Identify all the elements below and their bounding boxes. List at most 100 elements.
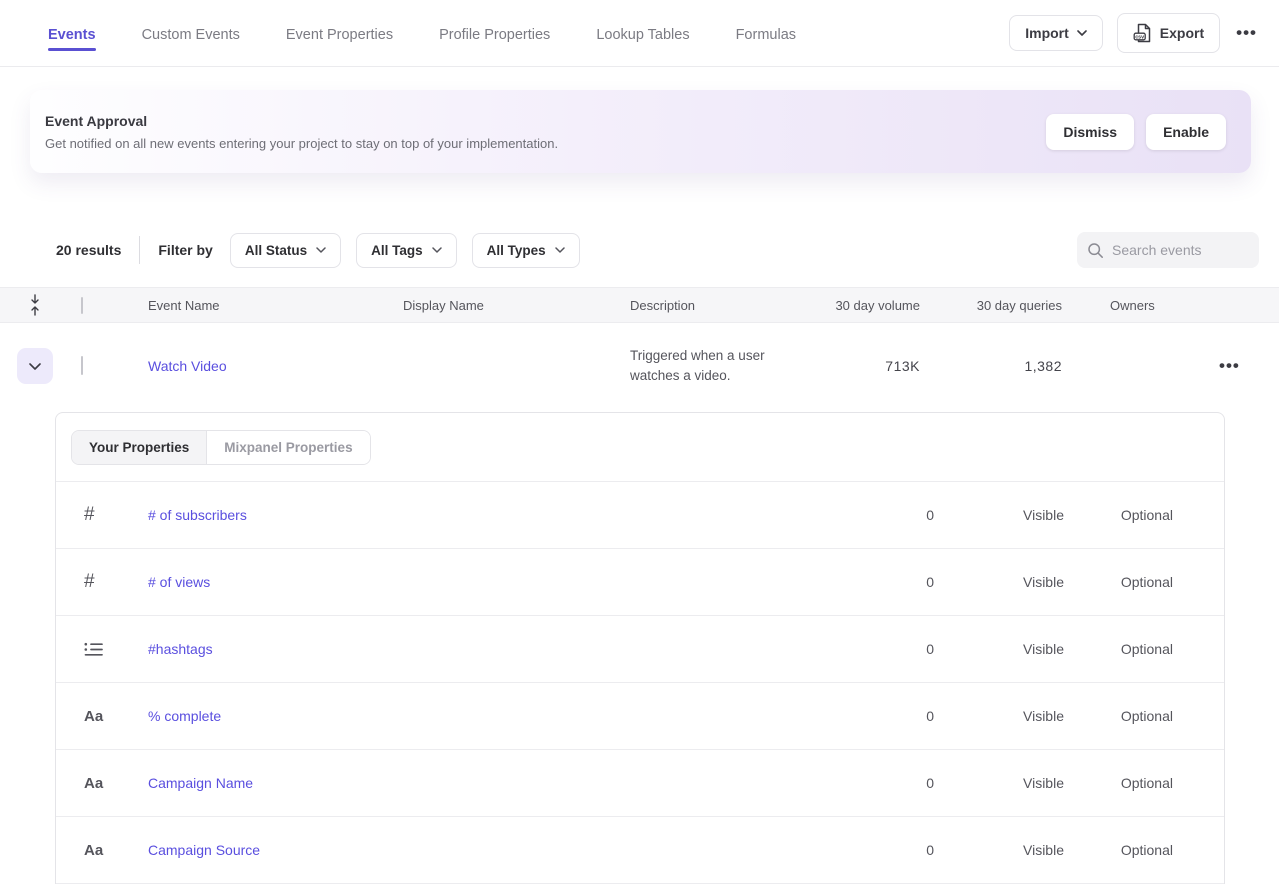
text-type-icon: Aa <box>84 708 103 725</box>
property-visibility: Visible <box>934 708 1064 724</box>
property-count: 0 <box>814 775 934 791</box>
property-row: Aa Campaign Name 0 Visible Optional <box>56 750 1224 817</box>
number-type-icon: # <box>84 571 95 593</box>
chevron-down-icon <box>1077 30 1087 36</box>
property-count: 0 <box>814 507 934 523</box>
property-visibility: Visible <box>934 775 1064 791</box>
row-more-options-button[interactable]: ••• <box>1219 352 1279 380</box>
nav-tab[interactable]: Formulas <box>736 3 796 63</box>
filter-dropdown[interactable]: All Tags <box>356 233 457 268</box>
nav-tab[interactable]: Event Properties <box>286 3 393 63</box>
column-header-description[interactable]: Description <box>610 298 810 313</box>
nav-tab[interactable]: Custom Events <box>142 3 240 63</box>
property-row: # # of subscribers 0 Visible Optional <box>56 482 1224 549</box>
filter-dropdowns: All Status All Tags All Types <box>230 233 595 268</box>
property-name-link[interactable]: Campaign Name <box>148 775 253 791</box>
more-options-button[interactable]: ••• <box>1234 19 1259 47</box>
text-type-icon: Aa <box>84 775 103 792</box>
column-header-owners[interactable]: Owners <box>1062 298 1219 313</box>
collapse-all-icon[interactable] <box>17 294 53 316</box>
property-requirement: Optional <box>1064 708 1173 724</box>
property-count: 0 <box>814 708 934 724</box>
properties-panel: Your PropertiesMixpanel Properties # # o… <box>55 412 1225 884</box>
column-header-event-name[interactable]: Event Name <box>128 298 383 313</box>
filter-dropdown[interactable]: All Status <box>230 233 341 268</box>
nav-tab[interactable]: Lookup Tables <box>596 3 689 63</box>
top-navigation: Events Custom Events Event Properties Profi… <box>0 0 1279 67</box>
property-visibility: Visible <box>934 574 1064 590</box>
event-approval-banner: Event Approval Get notified on all new e… <box>30 90 1251 173</box>
property-name-link[interactable]: % complete <box>148 708 221 724</box>
number-type-icon: # <box>84 504 95 526</box>
export-button-label: Export <box>1160 25 1204 41</box>
property-row: # # of views 0 Visible Optional <box>56 549 1224 616</box>
svg-text:csv: csv <box>1135 34 1144 40</box>
text-type-icon: Aa <box>84 842 103 859</box>
property-visibility: Visible <box>934 842 1064 858</box>
filter-toolbar: 20 results Filter by All Status All Tags… <box>56 232 1259 268</box>
results-count: 20 results <box>56 242 121 258</box>
import-button-label: Import <box>1025 25 1069 41</box>
properties-tabs-bar: Your PropertiesMixpanel Properties <box>56 413 1224 482</box>
column-header-queries[interactable]: 30 day queries <box>920 298 1062 313</box>
property-name-link[interactable]: # of subscribers <box>148 507 247 523</box>
nav-actions: Import csv Export ••• <box>1009 13 1259 53</box>
properties-tab[interactable]: Mixpanel Properties <box>207 431 369 464</box>
select-all-checkbox[interactable] <box>81 297 83 314</box>
collapse-row-button[interactable] <box>17 348 53 384</box>
filter-by-label: Filter by <box>158 242 212 258</box>
queries-value: 1,382 <box>920 358 1062 374</box>
property-visibility: Visible <box>934 641 1064 657</box>
banner-title: Event Approval <box>45 113 1046 129</box>
property-requirement: Optional <box>1064 574 1173 590</box>
banner-description: Get notified on all new events entering … <box>45 136 1046 151</box>
column-header-volume[interactable]: 30 day volume <box>810 298 920 313</box>
property-requirement: Optional <box>1064 641 1173 657</box>
property-count: 0 <box>814 842 934 858</box>
chevron-down-icon <box>29 363 41 370</box>
properties-tab[interactable]: Your Properties <box>72 431 207 464</box>
chevron-down-icon <box>555 247 565 253</box>
event-name-link[interactable]: Watch Video <box>128 358 383 374</box>
import-button[interactable]: Import <box>1009 15 1103 51</box>
search-icon <box>1087 242 1104 259</box>
enable-button[interactable]: Enable <box>1146 114 1226 150</box>
filter-dropdown-label: All Tags <box>371 243 423 258</box>
filter-dropdown[interactable]: All Types <box>472 233 580 268</box>
lexicon-tabs: Events Custom Events Event Properties Profi… <box>48 3 1009 63</box>
property-requirement: Optional <box>1064 775 1173 791</box>
property-requirement: Optional <box>1064 842 1173 858</box>
events-table-header: Event Name Display Name Description 30 d… <box>0 287 1279 323</box>
column-header-display-name[interactable]: Display Name <box>383 298 610 313</box>
nav-tab[interactable]: Events <box>48 3 96 63</box>
property-row: #hashtags 0 Visible Optional <box>56 616 1224 683</box>
properties-tab-switcher: Your PropertiesMixpanel Properties <box>71 430 371 465</box>
event-row-watch-video: Watch Video Triggered when a user watche… <box>0 323 1279 409</box>
property-name-link[interactable]: #hashtags <box>148 641 213 657</box>
search-box[interactable] <box>1077 232 1259 268</box>
properties-list: # # of subscribers 0 Visible Optional # … <box>56 482 1224 884</box>
property-name-link[interactable]: # of views <box>148 574 210 590</box>
csv-file-icon: csv <box>1133 23 1152 43</box>
banner-actions: Dismiss Enable <box>1046 114 1226 150</box>
filter-dropdown-label: All Status <box>245 243 307 258</box>
property-row: Aa Campaign Source 0 Visible Optional <box>56 817 1224 884</box>
banner-text: Event Approval Get notified on all new e… <box>45 113 1046 151</box>
property-row: Aa % complete 0 Visible Optional <box>56 683 1224 750</box>
property-count: 0 <box>814 641 934 657</box>
property-name-link[interactable]: Campaign Source <box>148 842 260 858</box>
volume-value: 713K <box>810 358 920 374</box>
event-description: Triggered when a user watches a video. <box>610 346 795 386</box>
chevron-down-icon <box>316 247 326 253</box>
row-checkbox[interactable] <box>81 356 83 375</box>
chevron-down-icon <box>432 247 442 253</box>
property-requirement: Optional <box>1064 507 1173 523</box>
nav-tab[interactable]: Profile Properties <box>439 3 550 63</box>
filter-dropdown-label: All Types <box>487 243 546 258</box>
search-input[interactable] <box>1112 242 1249 258</box>
property-visibility: Visible <box>934 507 1064 523</box>
export-button[interactable]: csv Export <box>1117 13 1220 53</box>
dismiss-button[interactable]: Dismiss <box>1046 114 1134 150</box>
list-type-icon <box>84 642 103 657</box>
property-count: 0 <box>814 574 934 590</box>
